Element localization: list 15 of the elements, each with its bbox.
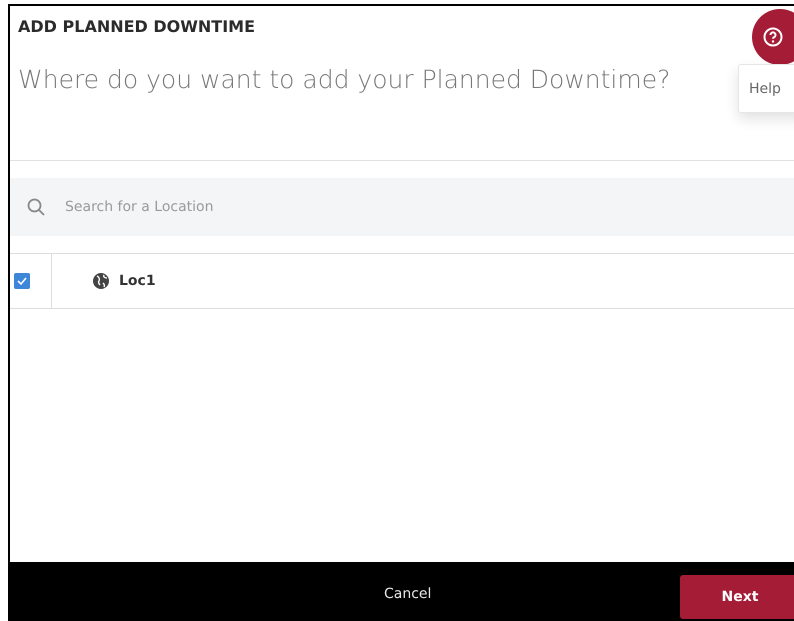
help-icon (763, 27, 783, 47)
checkbox[interactable] (14, 273, 30, 289)
cancel-button[interactable]: Cancel (380, 582, 436, 606)
help-button[interactable] (752, 9, 794, 65)
check-icon (16, 275, 28, 287)
search-icon (27, 198, 45, 216)
help-tooltip: Help (738, 64, 794, 113)
globe-icon (93, 273, 109, 289)
dialog-title: ADD PLANNED DOWNTIME (18, 17, 256, 36)
next-button[interactable]: Next (680, 575, 794, 619)
location-name: Loc1 (119, 273, 156, 289)
search-bar[interactable]: Search for a Location (10, 178, 794, 236)
search-field[interactable]: Search for a Location (63, 198, 794, 216)
dialog-question: Where do you want to add your Planned Downtime? (18, 64, 670, 96)
location-row[interactable]: Loc1 (10, 253, 794, 309)
